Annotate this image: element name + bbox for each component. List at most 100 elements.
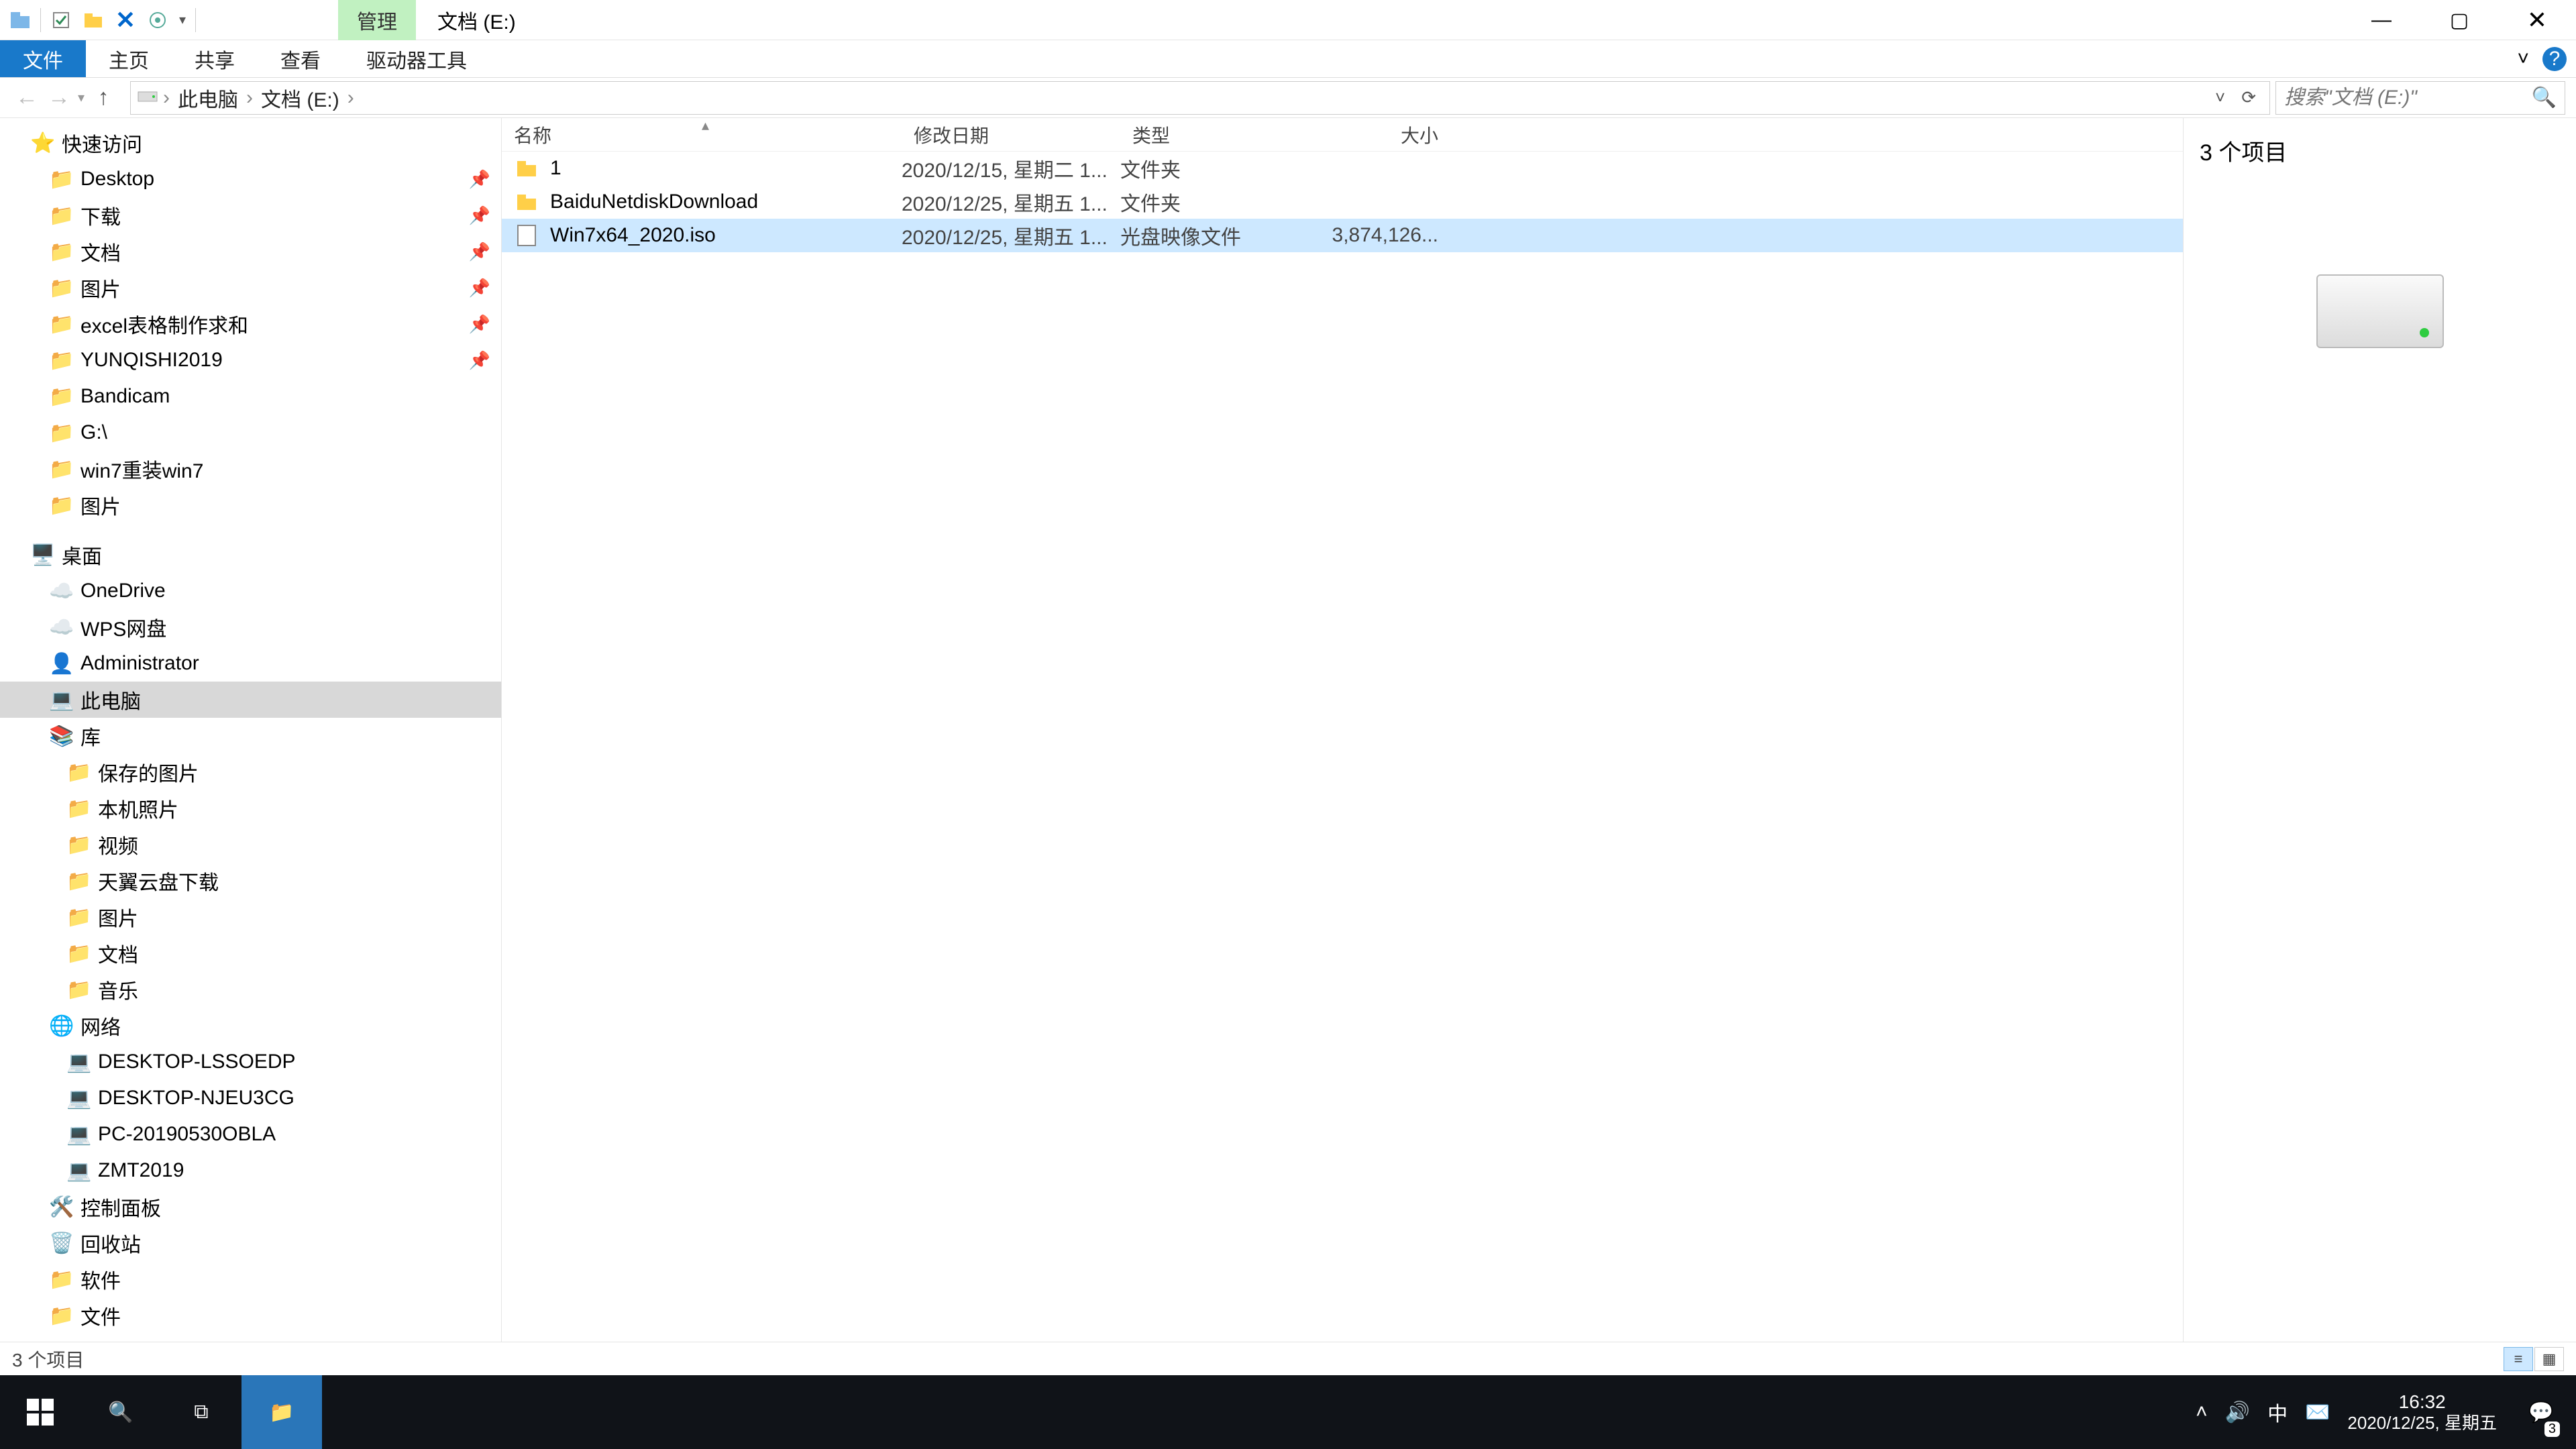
tree-item[interactable]: 💻此电脑 — [0, 682, 501, 718]
ribbon-tab-home[interactable]: 主页 — [86, 40, 172, 77]
tree-item[interactable]: ☁️WPS网盘 — [0, 609, 501, 645]
folder-icon: 📁 — [48, 1266, 75, 1293]
tree-recycle-bin[interactable]: 🗑️ 回收站 — [0, 1225, 501, 1261]
clock[interactable]: 16:32 2020/12/25, 星期五 — [2347, 1391, 2497, 1434]
table-row[interactable]: 12020/12/15, 星期二 1...文件夹 — [502, 152, 2183, 185]
search-box[interactable]: 🔍 — [2275, 81, 2565, 115]
tree-label: 文件 — [80, 1301, 121, 1330]
tree-item[interactable]: 📁G:\ — [0, 415, 501, 451]
maximize-button[interactable]: ▢ — [2420, 0, 2498, 40]
tree-item[interactable]: 📁下载📌 — [0, 197, 501, 233]
tree-item[interactable]: 📁图片 — [0, 899, 501, 935]
table-row[interactable]: BaiduNetdiskDownload2020/12/25, 星期五 1...… — [502, 185, 2183, 219]
notification-badge: 3 — [2544, 1421, 2560, 1437]
notifications-button[interactable]: 💬3 — [2514, 1375, 2568, 1449]
tree-item[interactable]: ☁️OneDrive — [0, 573, 501, 609]
tree-item[interactable]: 📁文档 — [0, 935, 501, 971]
drive-icon — [136, 84, 159, 112]
column-size[interactable]: 大小 — [1297, 118, 1450, 151]
search-taskbar-button[interactable]: 🔍 — [80, 1375, 161, 1449]
column-type[interactable]: 类型 — [1120, 118, 1297, 151]
search-icon[interactable]: 🔍 — [2532, 86, 2557, 109]
icons-view-button[interactable]: ▦ — [2534, 1347, 2564, 1371]
ribbon-tab-view[interactable]: 查看 — [258, 40, 343, 77]
ime-indicator[interactable]: 中 — [2267, 1397, 2288, 1427]
task-view-button[interactable]: ⧉ — [161, 1375, 241, 1449]
tree-item[interactable]: 📁Bandicam — [0, 378, 501, 415]
qat-folder-icon[interactable] — [78, 5, 108, 35]
breadcrumb-item[interactable]: 文档 (E:) — [257, 83, 343, 113]
minimize-button[interactable]: — — [2343, 0, 2420, 40]
up-button[interactable]: ↑ — [87, 82, 119, 114]
tree-item[interactable]: 📁保存的图片 — [0, 754, 501, 790]
file-date: 2020/12/25, 星期五 1... — [902, 187, 1120, 217]
tree-item[interactable]: 📁excel表格制作求和📌 — [0, 306, 501, 342]
folder-icon — [514, 156, 539, 181]
help-icon[interactable]: ? — [2542, 47, 2567, 71]
tree-item[interactable]: 📁天翼云盘下载 — [0, 863, 501, 899]
tree-item[interactable]: 📚库 — [0, 718, 501, 754]
tree-item[interactable]: 📁图片📌 — [0, 270, 501, 306]
navigation-tree[interactable]: ⭐ 快速访问 📁Desktop📌📁下载📌📁文档📌📁图片📌📁excel表格制作求和… — [0, 118, 502, 1342]
tree-item[interactable]: 📁Desktop📌 — [0, 161, 501, 197]
file-date: 2020/12/25, 星期五 1... — [902, 221, 1120, 250]
ribbon-tab-drive-tools[interactable]: 驱动器工具 — [343, 40, 490, 77]
tree-item[interactable]: 💻PC-20190530OBLA — [0, 1116, 501, 1152]
qat-close-x-icon[interactable]: ✕ — [111, 5, 140, 35]
pin-icon: 📌 — [469, 205, 490, 226]
tree-desktop[interactable]: 🖥️ 桌面 — [0, 537, 501, 573]
history-dropdown-icon[interactable]: ▾ — [75, 89, 87, 106]
tray-overflow-icon[interactable]: ˄ — [2196, 1401, 2208, 1424]
pin-icon: 📌 — [469, 350, 490, 371]
tree-item[interactable]: 📁视频 — [0, 826, 501, 863]
ribbon-expand-icon[interactable]: ˅ — [2517, 48, 2529, 70]
volume-icon[interactable]: 🔊 — [2225, 1401, 2250, 1424]
refresh-button[interactable]: ⟳ — [2233, 87, 2264, 108]
tree-software[interactable]: 📁 软件 — [0, 1261, 501, 1297]
ribbon-tab-file[interactable]: 文件 — [0, 40, 86, 77]
tree-control-panel[interactable]: 🛠️ 控制面板 — [0, 1189, 501, 1225]
qat-dropdown-icon[interactable]: ▾ — [175, 11, 190, 28]
table-row[interactable]: Win7x64_2020.iso2020/12/25, 星期五 1...光盘映像… — [502, 219, 2183, 252]
tree-item[interactable]: 👤Administrator — [0, 645, 501, 682]
breadcrumb-item[interactable]: 此电脑 — [174, 83, 242, 113]
qat-settings-icon[interactable] — [143, 5, 172, 35]
tree-item[interactable]: 💻ZMT2019 — [0, 1152, 501, 1189]
back-button[interactable]: ← — [11, 82, 43, 114]
tree-item[interactable]: 📁图片 — [0, 487, 501, 523]
breadcrumb[interactable]: › 此电脑 › 文档 (E:) › ˅ ⟳ — [130, 81, 2270, 115]
qat-app-icon[interactable] — [5, 5, 35, 35]
tree-label: 控制面板 — [80, 1192, 161, 1222]
close-button[interactable]: ✕ — [2498, 0, 2576, 40]
tree-item[interactable]: 📁win7重装win7 — [0, 451, 501, 487]
cloud-icon: 📁 — [66, 867, 93, 894]
tree-item[interactable]: 📁本机照片 — [0, 790, 501, 826]
computer-icon: 💻 — [66, 1121, 93, 1148]
tree-label: 图片 — [98, 902, 138, 932]
pin-icon: 📌 — [469, 241, 490, 262]
ribbon-tab-share[interactable]: 共享 — [172, 40, 258, 77]
ribbon-context-tab[interactable]: 管理 — [338, 0, 416, 40]
breadcrumb-sep: › — [159, 87, 174, 109]
mail-icon[interactable]: ✉️ — [2305, 1401, 2330, 1424]
tree-network[interactable]: 🌐 网络 — [0, 1008, 501, 1044]
window-title: 文档 (E:) — [437, 5, 516, 35]
forward-button[interactable]: → — [43, 82, 75, 114]
qat-checkbox-icon[interactable] — [46, 5, 76, 35]
search-input[interactable] — [2284, 87, 2532, 109]
column-date[interactable]: 修改日期 — [902, 118, 1120, 151]
iso-icon — [514, 223, 539, 248]
tree-item[interactable]: 📁文档📌 — [0, 233, 501, 270]
tree-item[interactable]: 📁音乐 — [0, 971, 501, 1008]
file-explorer-taskbar-button[interactable]: 📁 — [241, 1375, 322, 1449]
tree-item[interactable]: 📁YUNQISHI2019📌 — [0, 342, 501, 378]
tree-label: 软件 — [80, 1265, 121, 1294]
tree-item[interactable]: 💻DESKTOP-NJEU3CG — [0, 1080, 501, 1116]
details-view-button[interactable]: ≡ — [2504, 1347, 2533, 1371]
tree-label: 音乐 — [98, 975, 138, 1004]
start-button[interactable] — [0, 1375, 80, 1449]
tree-files[interactable]: 📁 文件 — [0, 1297, 501, 1334]
breadcrumb-dropdown-icon[interactable]: ˅ — [2207, 87, 2233, 108]
tree-item[interactable]: 💻DESKTOP-LSSOEDP — [0, 1044, 501, 1080]
tree-quick-access[interactable]: ⭐ 快速访问 — [0, 125, 501, 161]
